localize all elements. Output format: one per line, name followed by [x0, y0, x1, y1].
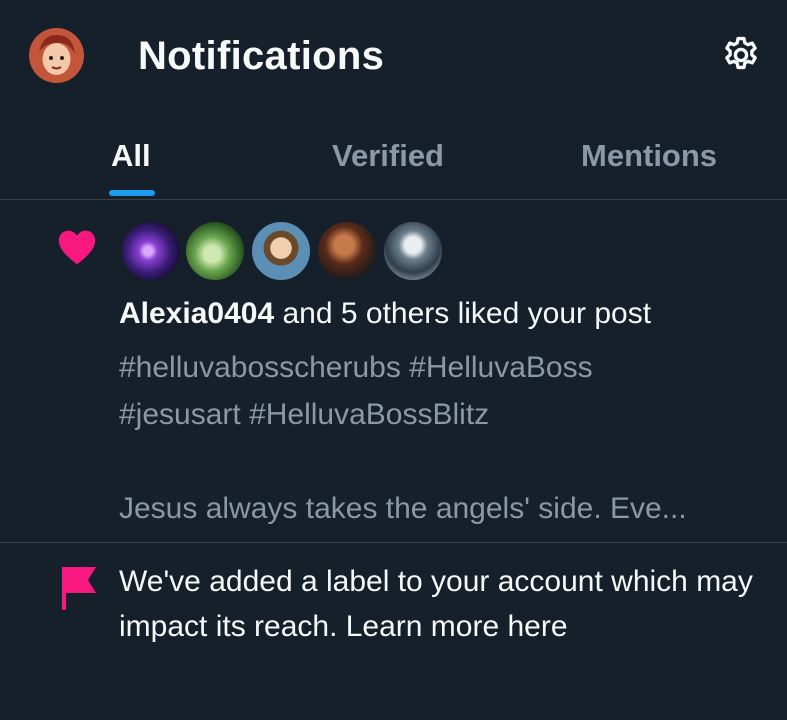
post-preview-line: #helluvabosscherubs #HelluvaBoss: [119, 351, 593, 384]
active-tab-indicator: [109, 190, 155, 196]
like-action-text: and 5 others liked your post: [274, 297, 652, 330]
tab-bar: All Verified Mentions: [0, 118, 787, 200]
tab-verified[interactable]: Verified: [332, 138, 444, 174]
post-preview: #helluvabosscherubs #HelluvaBoss #jesusa…: [119, 344, 759, 532]
profile-avatar-art: [29, 28, 84, 83]
profile-avatar[interactable]: [29, 28, 84, 83]
post-preview-gap: [119, 438, 759, 485]
account-label-message: We've added a label to your account whic…: [119, 565, 753, 643]
page-title: Notifications: [138, 34, 385, 78]
liker-avatar[interactable]: [184, 220, 246, 282]
notifications-screen: Notifications All Verified Mentions Alex…: [0, 0, 787, 720]
notification-account-label[interactable]: We've added a label to your account whic…: [0, 543, 787, 720]
tab-all[interactable]: All: [111, 138, 151, 174]
liker-avatar[interactable]: [382, 220, 444, 282]
post-preview-line: #jesusart #HelluvaBossBlitz: [119, 398, 490, 431]
liker-avatar[interactable]: [316, 220, 378, 282]
post-preview-line: Jesus always takes the angels' side. Eve…: [119, 492, 687, 525]
liker-avatar[interactable]: [120, 220, 182, 282]
top-bar: Notifications: [0, 0, 787, 118]
heart-icon: [56, 228, 98, 266]
like-summary: Alexia0404 and 5 others liked your post: [119, 297, 651, 331]
notification-like[interactable]: Alexia0404 and 5 others liked your post …: [0, 200, 787, 543]
gear-icon[interactable]: [720, 34, 762, 76]
tab-mentions[interactable]: Mentions: [581, 138, 717, 174]
liker-avatar[interactable]: [250, 220, 312, 282]
liker-username[interactable]: Alexia0404: [119, 297, 274, 330]
flag-icon: [58, 565, 98, 611]
